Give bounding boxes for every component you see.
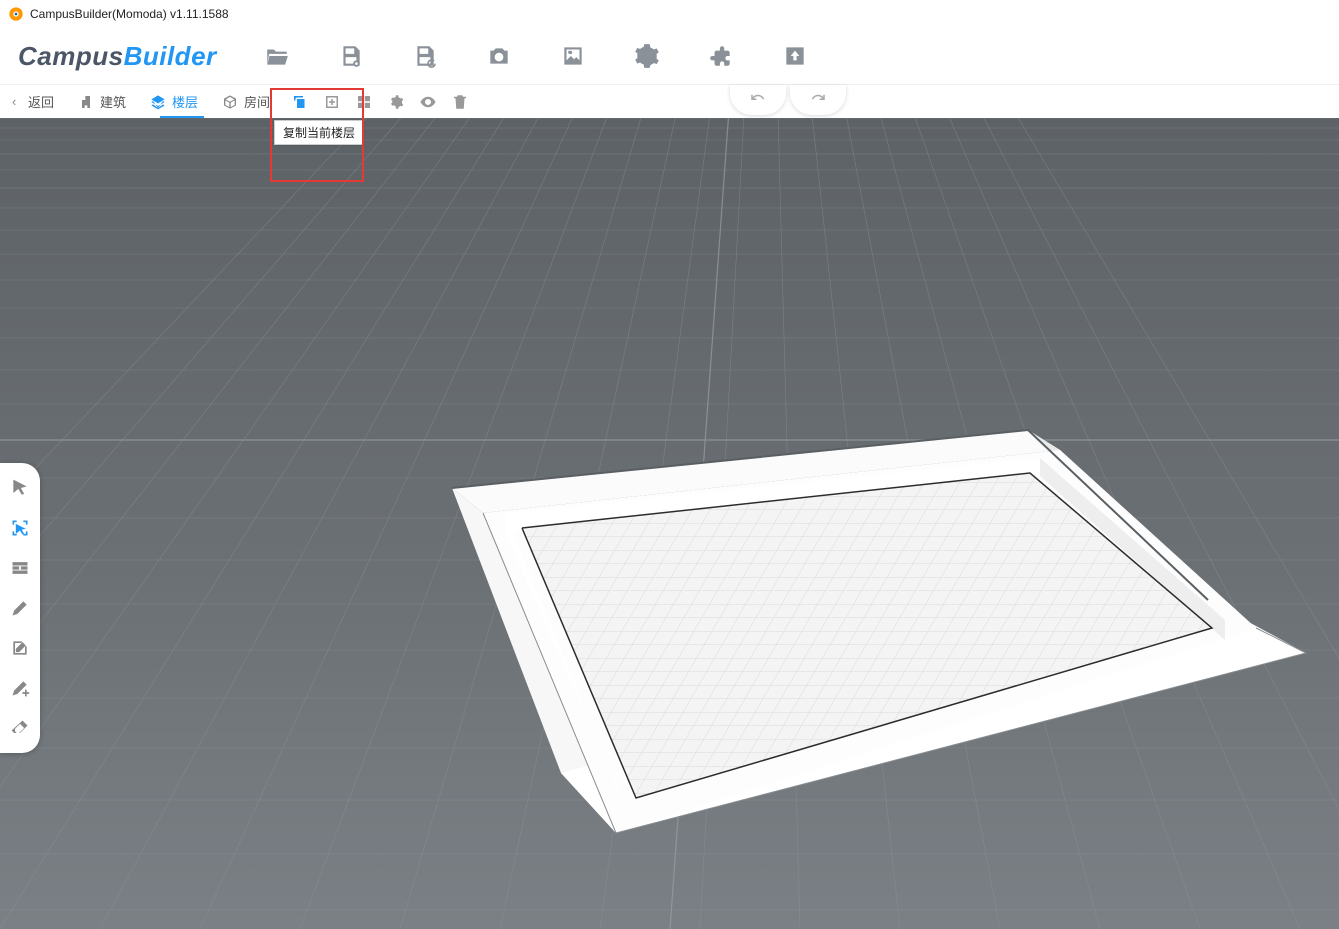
puzzle-icon (708, 43, 734, 69)
save-as-button[interactable] (409, 40, 441, 72)
gear-icon (634, 43, 660, 69)
back-label: 返回 (28, 92, 54, 111)
edit-tool[interactable] (9, 637, 31, 659)
layers-icon (150, 94, 166, 110)
undo-icon (749, 91, 767, 109)
plus-square-icon (323, 93, 341, 111)
logo-part-2: Builder (124, 41, 217, 72)
wall-tool[interactable] (9, 557, 31, 579)
grid-view-button[interactable] (354, 92, 374, 112)
save-refresh-icon (412, 43, 438, 69)
edit-square-icon (10, 638, 30, 658)
cube-icon (222, 94, 238, 110)
delete-floor-button[interactable] (450, 92, 470, 112)
app-header: CampusBuilder (0, 28, 1339, 84)
redo-button[interactable] (790, 85, 846, 115)
folder-open-icon (264, 43, 290, 69)
download-box-icon (782, 43, 808, 69)
select-tool[interactable] (9, 477, 31, 499)
app-logo: CampusBuilder (18, 41, 217, 72)
save-button[interactable] (335, 40, 367, 72)
crumb-room-label: 房间 (244, 92, 270, 111)
copy-floor-button[interactable] (290, 92, 310, 112)
snapshot-button[interactable] (483, 40, 515, 72)
rectangle-select-icon (10, 518, 30, 538)
tooltip-copy-floor: 复制当前楼层 (274, 120, 364, 145)
copy-icon (291, 93, 309, 111)
add-floor-button[interactable] (322, 92, 342, 112)
window-title: CampusBuilder(Momoda) v1.11.1588 (30, 7, 229, 21)
open-button[interactable] (261, 40, 293, 72)
crumb-floor-label: 楼层 (172, 92, 198, 111)
undo-button[interactable] (730, 85, 786, 115)
camera-icon (486, 43, 512, 69)
breadcrumb-bar: ‹ 返回 建筑 楼层 房间 (0, 84, 1339, 118)
settings-button[interactable] (631, 40, 663, 72)
eraser-tool[interactable] (9, 717, 31, 739)
pen-plus-icon (10, 678, 30, 698)
building-icon (78, 94, 94, 110)
back-button[interactable]: ‹ 返回 (0, 85, 66, 118)
cursor-icon (10, 478, 30, 498)
gear-small-icon (387, 93, 405, 111)
image-button[interactable] (557, 40, 589, 72)
crumb-building-label: 建筑 (100, 92, 126, 111)
chevron-left-icon: ‹ (12, 94, 22, 109)
floor-actions (290, 85, 470, 118)
crumb-building[interactable]: 建筑 (66, 85, 138, 118)
floor-settings-button[interactable] (386, 92, 406, 112)
3d-viewport[interactable] (0, 118, 1339, 929)
wall-icon (10, 558, 30, 578)
floor-model[interactable] (0, 118, 1339, 929)
eye-icon (419, 93, 437, 111)
download-button[interactable] (779, 40, 811, 72)
save-icon (338, 43, 364, 69)
image-icon (560, 43, 586, 69)
grid-icon (355, 93, 373, 111)
redo-icon (809, 91, 827, 109)
eraser-icon (10, 718, 30, 738)
pencil-icon (10, 598, 30, 618)
trash-icon (451, 93, 469, 111)
pencil-tool[interactable] (9, 597, 31, 619)
pen-add-tool[interactable] (9, 677, 31, 699)
logo-part-1: Campus (18, 41, 124, 72)
tool-tray (0, 463, 40, 753)
window-titlebar: CampusBuilder(Momoda) v1.11.1588 (0, 0, 1339, 28)
rectangle-select-tool[interactable] (9, 517, 31, 539)
main-toolbar (261, 40, 811, 72)
history-controls (730, 85, 846, 115)
visibility-button[interactable] (418, 92, 438, 112)
crumb-floor[interactable]: 楼层 (138, 85, 210, 118)
plugins-button[interactable] (705, 40, 737, 72)
app-icon (8, 6, 24, 22)
crumb-room[interactable]: 房间 (210, 85, 282, 118)
